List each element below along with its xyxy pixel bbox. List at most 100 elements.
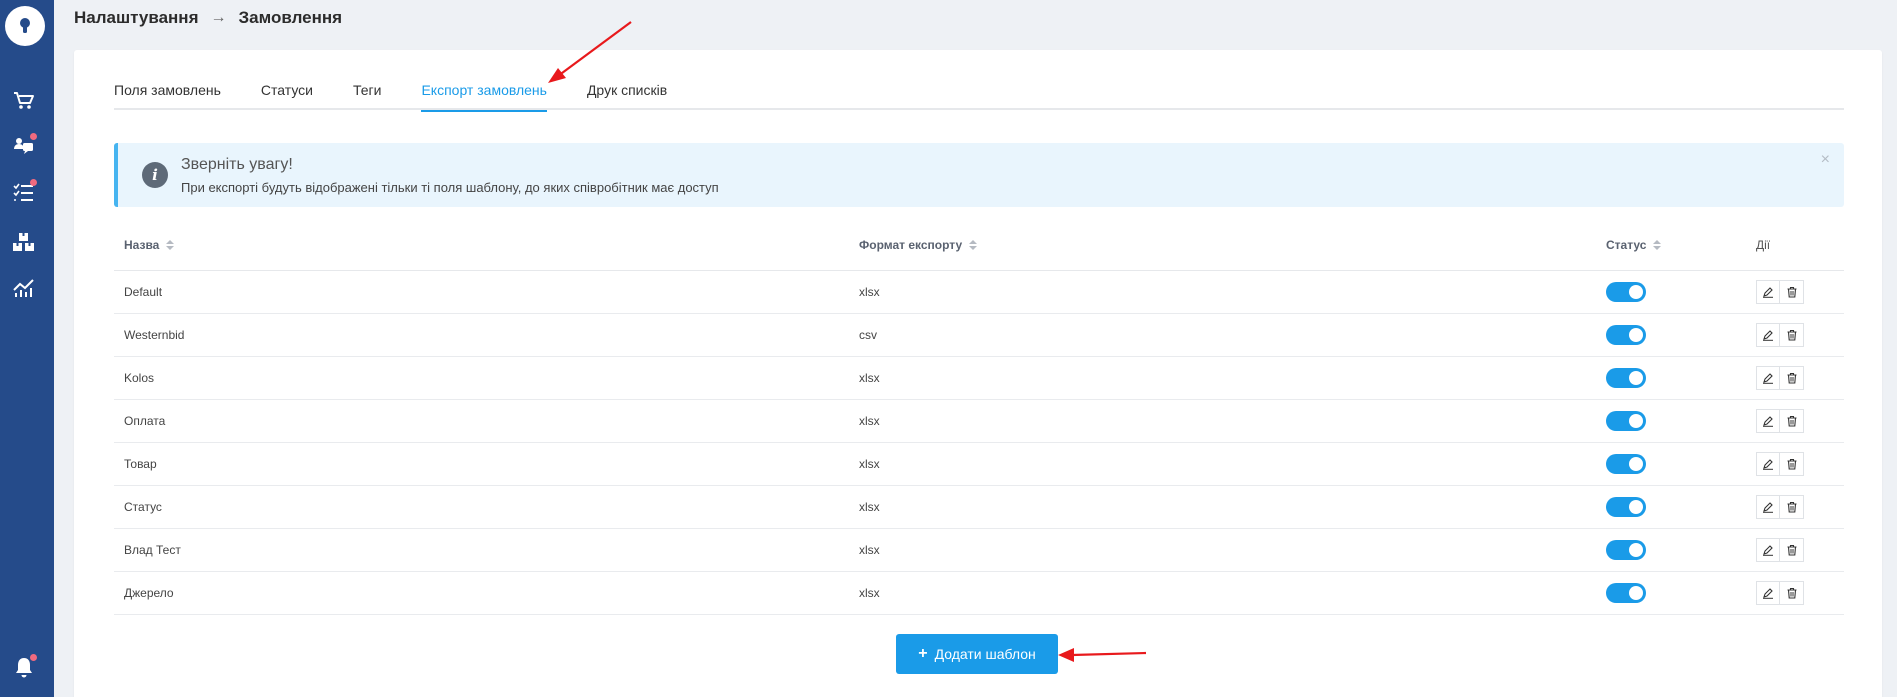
pencil-icon <box>1763 287 1773 298</box>
status-toggle[interactable] <box>1606 583 1646 603</box>
trash-icon <box>1787 372 1796 384</box>
template-name: Влад Тест <box>124 543 181 557</box>
actions-cell <box>1756 409 1844 433</box>
notification-dot <box>30 654 37 661</box>
column-header-status[interactable]: Статус <box>1606 238 1756 252</box>
actions-cell <box>1756 366 1844 390</box>
template-name: Статус <box>124 500 162 514</box>
status-toggle[interactable] <box>1606 497 1646 517</box>
add-template-label: Додати шаблон <box>934 646 1036 662</box>
column-header-name[interactable]: Назва <box>114 238 859 252</box>
notice-banner: i Зверніть увагу! При експорті будуть ві… <box>114 143 1844 207</box>
logo[interactable] <box>5 6 45 46</box>
tab-print-lists[interactable]: Друк списків <box>587 80 667 110</box>
delete-button[interactable] <box>1780 323 1804 347</box>
trash-icon <box>1787 458 1796 470</box>
delete-button[interactable] <box>1780 280 1804 304</box>
column-header-format[interactable]: Формат експорту <box>859 238 1606 252</box>
template-name: Джерело <box>124 586 174 600</box>
pencil-icon <box>1763 416 1773 427</box>
trash-icon <box>1787 415 1796 427</box>
table-row: Статус xlsx <box>114 486 1844 529</box>
trash-icon <box>1787 329 1796 341</box>
table-row: Влад Тест xlsx <box>114 529 1844 572</box>
column-header-label: Формат експорту <box>859 238 963 252</box>
sidebar-item-tasks[interactable] <box>11 179 37 205</box>
tab-tags[interactable]: Теги <box>353 80 381 110</box>
actions-cell <box>1756 452 1844 476</box>
column-header-actions: Дії <box>1756 238 1844 252</box>
table-row: Джерело xlsx <box>114 572 1844 615</box>
delete-button[interactable] <box>1780 409 1804 433</box>
status-toggle[interactable] <box>1606 454 1646 474</box>
table-header: Назва Формат експорту Статус Дії <box>114 220 1844 271</box>
template-name: Оплата <box>124 414 166 428</box>
table-body: Default xlsx Westernbid csv Kolos xlsx Оплата x… <box>114 271 1844 615</box>
edit-button[interactable] <box>1756 581 1780 605</box>
delete-button[interactable] <box>1780 366 1804 390</box>
status-cell <box>1606 282 1756 302</box>
edit-button[interactable] <box>1756 452 1780 476</box>
actions-cell <box>1756 495 1844 519</box>
keyhole-icon <box>20 18 30 33</box>
add-template-button[interactable]: + Додати шаблон <box>896 634 1058 674</box>
status-cell <box>1606 497 1756 517</box>
status-toggle[interactable] <box>1606 368 1646 388</box>
delete-button[interactable] <box>1780 538 1804 562</box>
pencil-icon <box>1763 373 1773 384</box>
sidebar-item-warehouse[interactable] <box>11 229 37 255</box>
status-cell <box>1606 583 1756 603</box>
actions-cell <box>1756 538 1844 562</box>
template-format: csv <box>859 328 877 342</box>
info-icon: i <box>142 162 168 188</box>
plus-icon: + <box>918 645 928 662</box>
edit-button[interactable] <box>1756 409 1780 433</box>
status-toggle[interactable] <box>1606 325 1646 345</box>
table-row: Westernbid csv <box>114 314 1844 357</box>
trash-icon <box>1787 587 1796 599</box>
pencil-icon <box>1763 588 1773 599</box>
breadcrumb-separator: → <box>210 9 227 26</box>
trash-icon <box>1787 501 1796 513</box>
template-format: xlsx <box>859 371 880 385</box>
export-templates-table: Назва Формат експорту Статус Дії Default… <box>114 220 1844 615</box>
sidebar-item-orders[interactable] <box>11 88 37 114</box>
template-name: Westernbid <box>124 328 185 342</box>
tab-statuses[interactable]: Статуси <box>261 80 313 110</box>
close-icon[interactable]: × <box>1821 151 1830 169</box>
analytics-icon <box>13 279 34 297</box>
status-cell <box>1606 368 1756 388</box>
notifications-button[interactable] <box>11 654 37 680</box>
edit-button[interactable] <box>1756 366 1780 390</box>
edit-button[interactable] <box>1756 538 1780 562</box>
delete-button[interactable] <box>1780 452 1804 476</box>
template-format: xlsx <box>859 414 880 428</box>
delete-button[interactable] <box>1780 495 1804 519</box>
status-toggle[interactable] <box>1606 411 1646 431</box>
column-header-label: Назва <box>124 238 160 252</box>
status-toggle[interactable] <box>1606 540 1646 560</box>
template-format: xlsx <box>859 586 880 600</box>
column-header-label: Дії <box>1756 238 1771 252</box>
edit-button[interactable] <box>1756 495 1780 519</box>
pencil-icon <box>1763 459 1773 470</box>
sort-icon <box>969 240 978 250</box>
template-name: Default <box>124 285 163 299</box>
table-row: Kolos xlsx <box>114 357 1844 400</box>
trash-icon <box>1787 544 1796 556</box>
column-header-label: Статус <box>1606 238 1647 252</box>
notification-dot <box>30 179 37 186</box>
edit-button[interactable] <box>1756 323 1780 347</box>
sidebar-item-analytics[interactable] <box>11 275 37 301</box>
sidebar <box>0 0 54 697</box>
breadcrumb-parent[interactable]: Налаштування <box>74 8 199 28</box>
tab-order-fields[interactable]: Поля замовлень <box>114 80 221 110</box>
table-row: Default xlsx <box>114 271 1844 314</box>
pencil-icon <box>1763 545 1773 556</box>
tab-order-export[interactable]: Експорт замовлень <box>421 80 548 112</box>
status-toggle[interactable] <box>1606 282 1646 302</box>
status-cell <box>1606 540 1756 560</box>
edit-button[interactable] <box>1756 280 1780 304</box>
delete-button[interactable] <box>1780 581 1804 605</box>
sidebar-item-clients[interactable] <box>11 133 37 159</box>
